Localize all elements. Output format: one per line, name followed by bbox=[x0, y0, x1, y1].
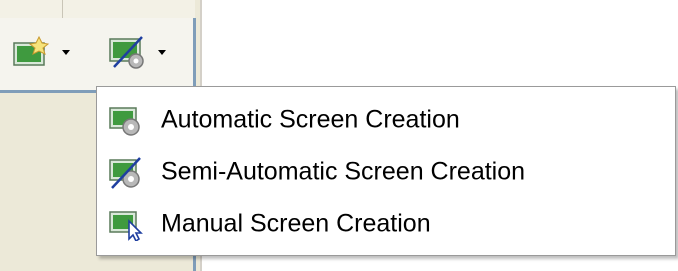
cursor-screen-icon bbox=[109, 211, 143, 241]
screen-creation-menu: Automatic Screen Creation Semi-Automatic… bbox=[96, 86, 676, 256]
menu-item-label: Manual Screen Creation bbox=[161, 209, 431, 238]
menu-item-label: Semi-Automatic Screen Creation bbox=[161, 157, 526, 186]
screen-creation-dropdown-button[interactable] bbox=[108, 32, 166, 72]
gear-screen-icon bbox=[109, 107, 140, 136]
menu-item-semi-automatic-screen-creation[interactable]: Semi-Automatic Screen Creation bbox=[97, 147, 675, 197]
menu-item-label: Automatic Screen Creation bbox=[161, 105, 460, 134]
menu-item-automatic-screen-creation[interactable]: Automatic Screen Creation bbox=[97, 95, 675, 145]
new-screen-button[interactable] bbox=[12, 32, 70, 72]
chevron-down-icon[interactable] bbox=[62, 49, 70, 55]
toolbar-top-strip bbox=[0, 0, 195, 19]
semi-automatic-screen-icon bbox=[109, 36, 144, 69]
chevron-down-icon[interactable] bbox=[158, 49, 166, 55]
semi-automatic-screen-icon bbox=[109, 157, 141, 189]
menu-item-manual-screen-creation[interactable]: Manual Screen Creation bbox=[97, 199, 675, 249]
toolbar-separator bbox=[62, 0, 63, 18]
new-screen-icon bbox=[13, 35, 50, 66]
